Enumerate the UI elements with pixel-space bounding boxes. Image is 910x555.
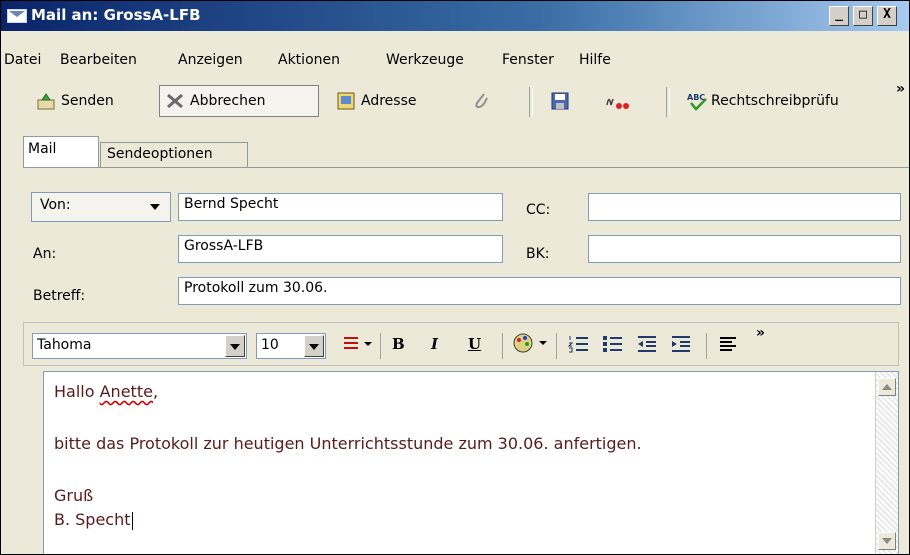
minimize-button[interactable]: _ — [829, 6, 849, 26]
misspelled-word: Anette — [99, 382, 153, 401]
menu-bearbeiten[interactable]: Bearbeiten — [60, 52, 137, 68]
menu-anzeigen[interactable]: Anzeigen — [178, 52, 243, 68]
cc-label: CC: — [526, 202, 551, 218]
signature-text: B. Specht — [54, 510, 131, 529]
signature-icon — [604, 91, 632, 111]
scroll-up-button[interactable] — [878, 378, 896, 396]
spellcheck-button[interactable]: ABC Rechtschreibprüfu — [681, 85, 839, 117]
body-line-signature: B. Specht — [54, 510, 133, 530]
chevron-down-icon[interactable] — [225, 335, 245, 357]
toolbar-separator-2 — [666, 87, 670, 117]
format-separator — [706, 333, 707, 359]
close-button[interactable]: X — [877, 6, 897, 26]
outdent-icon[interactable] — [636, 335, 658, 357]
menu-hilfe[interactable]: Hilfe — [579, 52, 611, 68]
format-toolbar: Tahoma 10 B I U » — [23, 322, 899, 366]
cc-field[interactable] — [588, 193, 901, 221]
toolbar-overflow-chevron[interactable]: » — [896, 81, 905, 97]
format-overflow-chevron[interactable]: » — [756, 325, 765, 341]
font-select[interactable]: Tahoma — [32, 333, 247, 359]
format-separator — [556, 333, 557, 359]
tab-mail[interactable]: Mail — [23, 136, 99, 168]
tab-send-options[interactable]: Sendeoptionen — [100, 142, 248, 168]
italic-button[interactable]: I — [431, 335, 438, 353]
toolbar-separator — [529, 87, 533, 117]
greeting-word: Hallo — [54, 382, 100, 401]
bullet-list-icon[interactable] — [602, 335, 624, 357]
save-button[interactable] — [545, 85, 575, 117]
underline-button[interactable]: U — [468, 335, 481, 353]
mail-window: Mail an: GrossA-LFB _ □ X Datei Bearbeit… — [0, 0, 910, 555]
bcc-label: BK: — [526, 246, 550, 262]
paperclip-icon — [471, 91, 491, 111]
cancel-button[interactable]: Abbrechen — [159, 85, 319, 117]
floppy-disk-icon — [550, 91, 570, 111]
attach-button[interactable] — [466, 85, 496, 117]
menu-aktionen[interactable]: Aktionen — [278, 52, 340, 68]
menu-werkzeuge[interactable]: Werkzeuge — [386, 52, 464, 68]
spellcheck-icon: ABC — [686, 91, 707, 111]
align-left-icon[interactable] — [718, 335, 738, 357]
from-field[interactable]: Bernd Specht — [178, 193, 503, 221]
signature-button[interactable] — [599, 85, 637, 117]
menu-bar: Datei Bearbeiten Anzeigen Aktionen Werkz… — [1, 50, 909, 74]
title-bar[interactable]: Mail an: GrossA-LFB _ □ X — [1, 1, 909, 31]
cancel-icon — [165, 91, 185, 111]
bold-button[interactable]: B — [392, 335, 405, 353]
from-dropdown[interactable]: Von: — [31, 192, 171, 222]
text-color-icon[interactable] — [512, 331, 550, 359]
indent-icon[interactable] — [670, 335, 692, 357]
cancel-label: Abbrechen — [190, 93, 266, 109]
bcc-field[interactable] — [588, 235, 901, 263]
menu-datei[interactable]: Datei — [4, 52, 41, 68]
window-title: Mail an: GrossA-LFB — [31, 6, 201, 24]
greeting-comma: , — [152, 382, 159, 401]
chevron-down-icon[interactable] — [304, 335, 324, 357]
to-field[interactable]: GrossA-LFB — [178, 235, 503, 263]
font-size-value: 10 — [261, 337, 279, 353]
address-button[interactable]: Adresse — [331, 85, 416, 117]
address-label: Adresse — [361, 93, 417, 109]
send-button[interactable]: Senden — [31, 85, 114, 117]
text-caret — [131, 511, 133, 530]
subject-label: Betreff: — [33, 288, 86, 304]
format-separator — [380, 333, 381, 359]
maximize-button[interactable]: □ — [853, 6, 873, 26]
paragraph-style-icon[interactable] — [342, 335, 374, 357]
to-label: An: — [33, 246, 57, 262]
envelope-icon — [7, 9, 27, 23]
scroll-down-button[interactable] — [878, 532, 896, 550]
menu-fenster[interactable]: Fenster — [502, 52, 554, 68]
message-body-editor[interactable]: Hallo Anette, bitte das Protokoll zur he… — [43, 371, 899, 554]
body-line-message: bitte das Protokoll zur heutigen Unterri… — [54, 434, 642, 453]
from-label: Von: — [40, 197, 71, 213]
font-value: Tahoma — [37, 337, 92, 353]
body-line-greeting: Hallo Anette, — [54, 382, 158, 401]
address-book-icon — [336, 91, 356, 111]
font-size-select[interactable]: 10 — [256, 333, 326, 359]
toolbar: Senden Abbrechen Adresse ABC Rechtschrei… — [1, 77, 909, 127]
vertical-scrollbar[interactable] — [875, 372, 898, 554]
svg-text:ABC: ABC — [687, 93, 705, 102]
body-line-closing: Gruß — [54, 486, 94, 505]
tab-strip: Mail Sendeoptionen — [1, 136, 909, 168]
subject-field[interactable]: Protokoll zum 30.06. — [178, 277, 901, 305]
send-icon — [36, 91, 56, 111]
numbered-list-icon[interactable] — [567, 335, 590, 357]
spellcheck-label: Rechtschreibprüfu — [711, 93, 839, 109]
format-separator — [502, 333, 503, 359]
send-label: Senden — [61, 93, 114, 109]
chevron-down-icon — [150, 204, 160, 210]
